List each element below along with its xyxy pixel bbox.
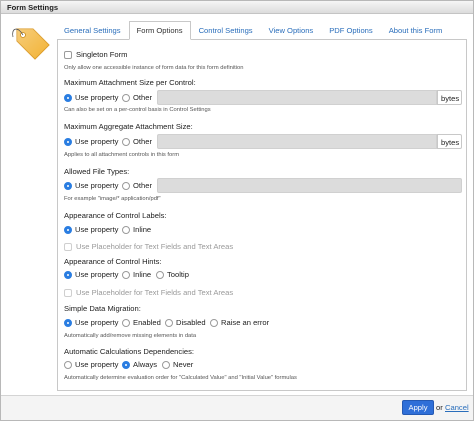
data-migration-help: Automatically add/remove missing element… <box>64 333 197 339</box>
control-hints-placeholder-label: Use Placeholder for Text Fields and Text… <box>76 288 234 297</box>
max-aggregate-input[interactable] <box>157 134 437 149</box>
window-title: Form Settings <box>1 1 473 14</box>
file-types-other-label: Other <box>133 181 152 190</box>
max-aggregate-use-property-label: Use property <box>75 137 119 146</box>
data-migration-disabled-label: Disabled <box>176 318 206 327</box>
file-types-help: For example "image/* application/pdf" <box>64 196 161 202</box>
data-migration-use-property-label: Use property <box>75 318 119 327</box>
form-settings-window: Form Settings General Settings Form Opti… <box>0 0 474 421</box>
cancel-link[interactable]: Cancel <box>445 403 469 412</box>
max-attachment-help: Can also be set on a per-control basis i… <box>64 107 211 113</box>
control-hints-heading: Appearance of Control Hints: <box>64 257 162 266</box>
control-hints-inline-radio[interactable] <box>122 271 130 279</box>
tab-bar: General Settings Form Options Control Se… <box>56 21 450 40</box>
form-options-panel: Singleton Form Only allow one accessible… <box>57 39 467 391</box>
max-attachment-heading: Maximum Attachment Size per Control: <box>64 78 196 87</box>
control-hints-tooltip-radio[interactable] <box>156 271 164 279</box>
calc-deps-use-property-label: Use property <box>75 360 119 369</box>
tab-view-options[interactable]: View Options <box>261 21 322 40</box>
control-hints-placeholder-checkbox[interactable] <box>64 289 72 297</box>
file-types-use-property-label: Use property <box>75 181 119 190</box>
data-migration-enabled-radio[interactable] <box>122 319 130 327</box>
data-migration-heading: Simple Data Migration: <box>64 304 141 313</box>
control-labels-placeholder-label: Use Placeholder for Text Fields and Text… <box>76 242 234 251</box>
tab-pdf-options[interactable]: PDF Options <box>321 21 380 40</box>
control-hints-use-property-radio[interactable] <box>64 271 72 279</box>
tag-icon <box>9 23 55 67</box>
calc-deps-never-radio[interactable] <box>162 361 170 369</box>
calc-deps-always-label: Always <box>133 360 158 369</box>
data-migration-raise-error-radio[interactable] <box>210 319 218 327</box>
file-types-use-property-radio[interactable] <box>64 182 72 190</box>
file-types-input[interactable] <box>157 178 462 193</box>
data-migration-enabled-label: Enabled <box>133 318 161 327</box>
calc-deps-help: Automatically determine evaluation order… <box>64 375 297 381</box>
singleton-checkbox[interactable] <box>64 51 72 59</box>
max-aggregate-other-radio[interactable] <box>122 138 130 146</box>
data-migration-use-property-radio[interactable] <box>64 319 72 327</box>
tab-form-options[interactable]: Form Options <box>128 21 191 40</box>
tab-control-settings[interactable]: Control Settings <box>191 21 261 40</box>
control-labels-use-property-label: Use property <box>75 225 119 234</box>
tab-general-settings[interactable]: General Settings <box>56 21 129 40</box>
control-labels-heading: Appearance of Control Labels: <box>64 211 167 220</box>
data-migration-raise-error-label: Raise an error <box>221 318 270 327</box>
control-hints-use-property-label: Use property <box>75 270 119 279</box>
max-aggregate-heading: Maximum Aggregate Attachment Size: <box>64 122 193 131</box>
or-text: or <box>436 403 443 412</box>
file-types-other-radio[interactable] <box>122 182 130 190</box>
singleton-label: Singleton Form <box>76 50 128 59</box>
max-attachment-unit: bytes <box>437 90 462 105</box>
max-aggregate-help: Applies to all attachment controls in th… <box>64 152 180 158</box>
max-attachment-use-property-label: Use property <box>75 93 119 102</box>
control-hints-inline-label: Inline <box>133 270 152 279</box>
control-labels-inline-radio[interactable] <box>122 226 130 234</box>
control-hints-tooltip-label: Tooltip <box>167 270 189 279</box>
control-labels-inline-label: Inline <box>133 225 152 234</box>
calc-deps-always-radio[interactable] <box>122 361 130 369</box>
singleton-help: Only allow one accessible instance of fo… <box>64 65 244 71</box>
max-attachment-input[interactable] <box>157 90 437 105</box>
apply-button[interactable]: Apply <box>402 400 434 415</box>
control-labels-placeholder-checkbox[interactable] <box>64 243 72 251</box>
file-types-heading: Allowed File Types: <box>64 167 130 176</box>
calc-deps-never-label: Never <box>173 360 194 369</box>
calc-deps-heading: Automatic Calculations Dependencies: <box>64 347 195 356</box>
tab-about-this-form[interactable]: About this Form <box>381 21 451 40</box>
max-aggregate-unit: bytes <box>437 134 462 149</box>
max-attachment-other-label: Other <box>133 93 152 102</box>
data-migration-disabled-radio[interactable] <box>165 319 173 327</box>
max-attachment-use-property-radio[interactable] <box>64 94 72 102</box>
max-aggregate-use-property-radio[interactable] <box>64 138 72 146</box>
control-labels-use-property-radio[interactable] <box>64 226 72 234</box>
calc-deps-use-property-radio[interactable] <box>64 361 72 369</box>
max-attachment-other-radio[interactable] <box>122 94 130 102</box>
max-aggregate-other-label: Other <box>133 137 152 146</box>
